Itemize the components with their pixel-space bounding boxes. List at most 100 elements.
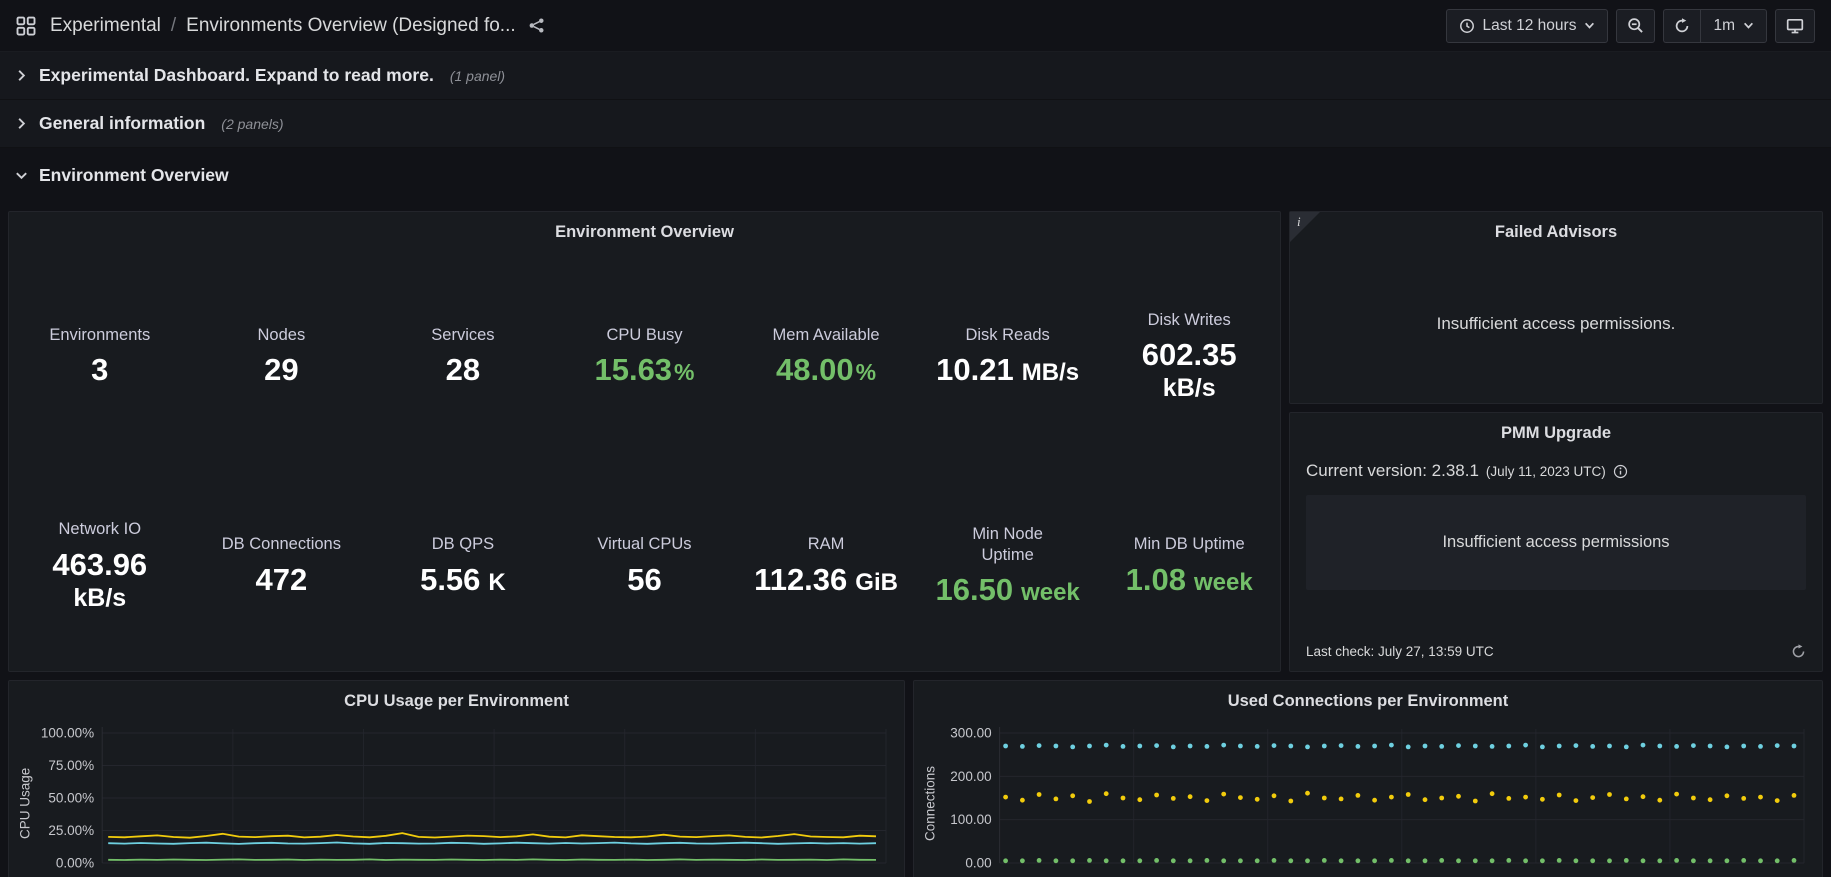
svg-text:25.00%: 25.00%: [48, 823, 94, 838]
clock-icon: [1459, 18, 1475, 34]
stat-label: Environments: [15, 325, 185, 346]
stat-label: DB QPS: [378, 534, 548, 555]
pmm-upgrade-message-box: Insufficient access permissions: [1306, 495, 1806, 590]
stat-value: 16.50week: [923, 572, 1093, 609]
stat-label: Disk Reads: [923, 325, 1093, 346]
search-minus-icon: [1627, 17, 1644, 34]
stat-min-db-uptime: Min DB Uptime 1.08week: [1098, 534, 1280, 598]
pmm-upgrade-body: Current version: 2.38.1 (July 11, 2023 U…: [1290, 453, 1822, 671]
panel-title[interactable]: Environment Overview: [9, 212, 1280, 252]
failed-advisors-message: Insufficient access permissions.: [1290, 314, 1822, 334]
svg-text:300.00: 300.00: [950, 726, 991, 741]
stat-services: Services 28: [372, 325, 554, 389]
pmm-upgrade-footer: Last check: July 27, 13:59 UTC: [1306, 644, 1806, 671]
svg-text:200.00: 200.00: [950, 769, 991, 784]
refresh-interval-picker[interactable]: 1m: [1700, 9, 1767, 43]
panel-title[interactable]: Used Connections per Environment: [914, 681, 1822, 721]
row-title: Environment Overview: [39, 165, 229, 186]
chevron-right-icon: [14, 116, 29, 131]
breadcrumb-separator: /: [171, 15, 176, 37]
chevron-down-icon: [1584, 20, 1595, 31]
panel-title[interactable]: Failed Advisors: [1290, 212, 1822, 252]
svg-text:100.00%: 100.00%: [41, 726, 94, 741]
stat-value: 28: [378, 352, 548, 389]
breadcrumb-current: Environments Overview (Designed fo...: [186, 15, 515, 37]
row-environment-overview[interactable]: Environment Overview: [0, 148, 1831, 203]
svg-text:0.00%: 0.00%: [56, 856, 94, 871]
time-range-picker[interactable]: Last 12 hours: [1446, 9, 1609, 43]
svg-text:75.00%: 75.00%: [48, 758, 94, 773]
stat-environments: Environments 3: [9, 325, 191, 389]
check-update-refresh-icon[interactable]: [1791, 644, 1806, 659]
share-icon[interactable]: [528, 17, 545, 34]
stat-label: DB Connections: [197, 534, 367, 555]
stat-value: 112.36GiB: [741, 562, 911, 599]
stat-label: CPU Busy: [560, 325, 730, 346]
version-date-text: (July 11, 2023 UTC): [1486, 464, 1606, 479]
zoom-out-button[interactable]: [1616, 9, 1655, 43]
stat-ram: RAM 112.36GiB: [735, 534, 917, 598]
stat-db-qps: DB QPS 5.56K: [372, 534, 554, 598]
svg-text:100.00: 100.00: [950, 812, 991, 827]
stat-network-io: Network IO 463.96kB/s: [9, 519, 191, 613]
svg-text:0.00: 0.00: [965, 856, 991, 871]
row-title: Experimental Dashboard. Expand to read m…: [39, 65, 434, 86]
stat-value: 3: [15, 352, 185, 389]
stat-value: 463.96kB/s: [15, 547, 185, 613]
breadcrumb-folder[interactable]: Experimental: [50, 15, 161, 37]
panel-used-connections-per-environment: Used Connections per Environment Connect…: [913, 680, 1823, 877]
cpu-usage-chart-plot[interactable]: 0.00% 25.00% 50.00% 75.00% 100.00%: [35, 723, 894, 877]
stat-label: Mem Available: [741, 325, 911, 346]
panel-info-corner-icon[interactable]: i: [1290, 212, 1320, 242]
refresh-button[interactable]: [1663, 9, 1700, 43]
chevron-down-icon: [14, 168, 29, 183]
row-general-information[interactable]: General information (2 panels): [0, 100, 1831, 148]
stat-disk-writes: Disk Writes 602.35kB/s: [1098, 310, 1280, 404]
connections-chart-plot[interactable]: 0.00 100.00 200.00 300.00: [940, 723, 1812, 877]
stat-label: RAM: [741, 534, 911, 555]
refresh-group: 1m: [1663, 9, 1767, 43]
breadcrumb: Experimental / Environments Overview (De…: [16, 15, 545, 37]
panel-failed-advisors: i Failed Advisors Insufficient access pe…: [1289, 211, 1823, 404]
dashboard-controls: Last 12 hours 1m: [1446, 9, 1815, 43]
stat-disk-reads: Disk Reads 10.21MB/s: [917, 325, 1099, 389]
stat-label: Disk Writes: [1104, 310, 1274, 331]
y-axis-label: CPU Usage: [15, 723, 35, 877]
dashboard-body: Environment Overview Environments 3 Node…: [0, 203, 1831, 877]
row-title: General information: [39, 113, 205, 134]
row-panel-count: (1 panel): [450, 68, 505, 84]
stat-label: Services: [378, 325, 548, 346]
stat-value: 602.35kB/s: [1104, 337, 1274, 403]
svg-text:50.00%: 50.00%: [48, 791, 94, 806]
current-version-text: Current version: 2.38.1: [1306, 461, 1479, 481]
panel-title[interactable]: CPU Usage per Environment: [9, 681, 904, 721]
stat-label: Virtual CPUs: [560, 534, 730, 555]
time-range-label: Last 12 hours: [1483, 17, 1577, 35]
stat-nodes: Nodes 29: [191, 325, 373, 389]
monitor-icon: [1786, 17, 1804, 35]
row-experimental-dashboard[interactable]: Experimental Dashboard. Expand to read m…: [0, 52, 1831, 100]
panel-title[interactable]: PMM Upgrade: [1290, 413, 1822, 453]
stat-label: Nodes: [197, 325, 367, 346]
stat-value: 472: [197, 562, 367, 599]
chart-body: CPU Usage 0.00% 25.00% 50.00% 75.00% 100.00%: [9, 721, 904, 877]
stat-value: 15.63%: [560, 352, 730, 389]
chevron-down-icon: [1743, 20, 1754, 31]
stat-label: Min Node Uptime: [958, 524, 1058, 567]
panel-environment-overview: Environment Overview Environments 3 Node…: [8, 211, 1281, 672]
stat-cpu-busy: CPU Busy 15.63%: [554, 325, 736, 389]
last-check-text: Last check: July 27, 13:59 UTC: [1306, 644, 1494, 659]
stat-value: 48.00%: [741, 352, 911, 389]
kiosk-mode-button[interactable]: [1775, 9, 1815, 43]
stat-value: 29: [197, 352, 367, 389]
row-panel-count: (2 panels): [221, 116, 283, 132]
stat-mem-available: Mem Available 48.00%: [735, 325, 917, 389]
chevron-right-icon: [14, 68, 29, 83]
stat-db-connections: DB Connections 472: [191, 534, 373, 598]
stat-min-node-uptime: Min Node Uptime 16.50week: [917, 524, 1099, 609]
info-circle-icon[interactable]: [1613, 464, 1628, 479]
apps-grid-icon[interactable]: [16, 16, 36, 36]
stat-value: 5.56K: [378, 562, 548, 599]
panel-pmm-upgrade: PMM Upgrade Current version: 2.38.1 (Jul…: [1289, 412, 1823, 672]
y-axis-label: Connections: [920, 723, 940, 877]
